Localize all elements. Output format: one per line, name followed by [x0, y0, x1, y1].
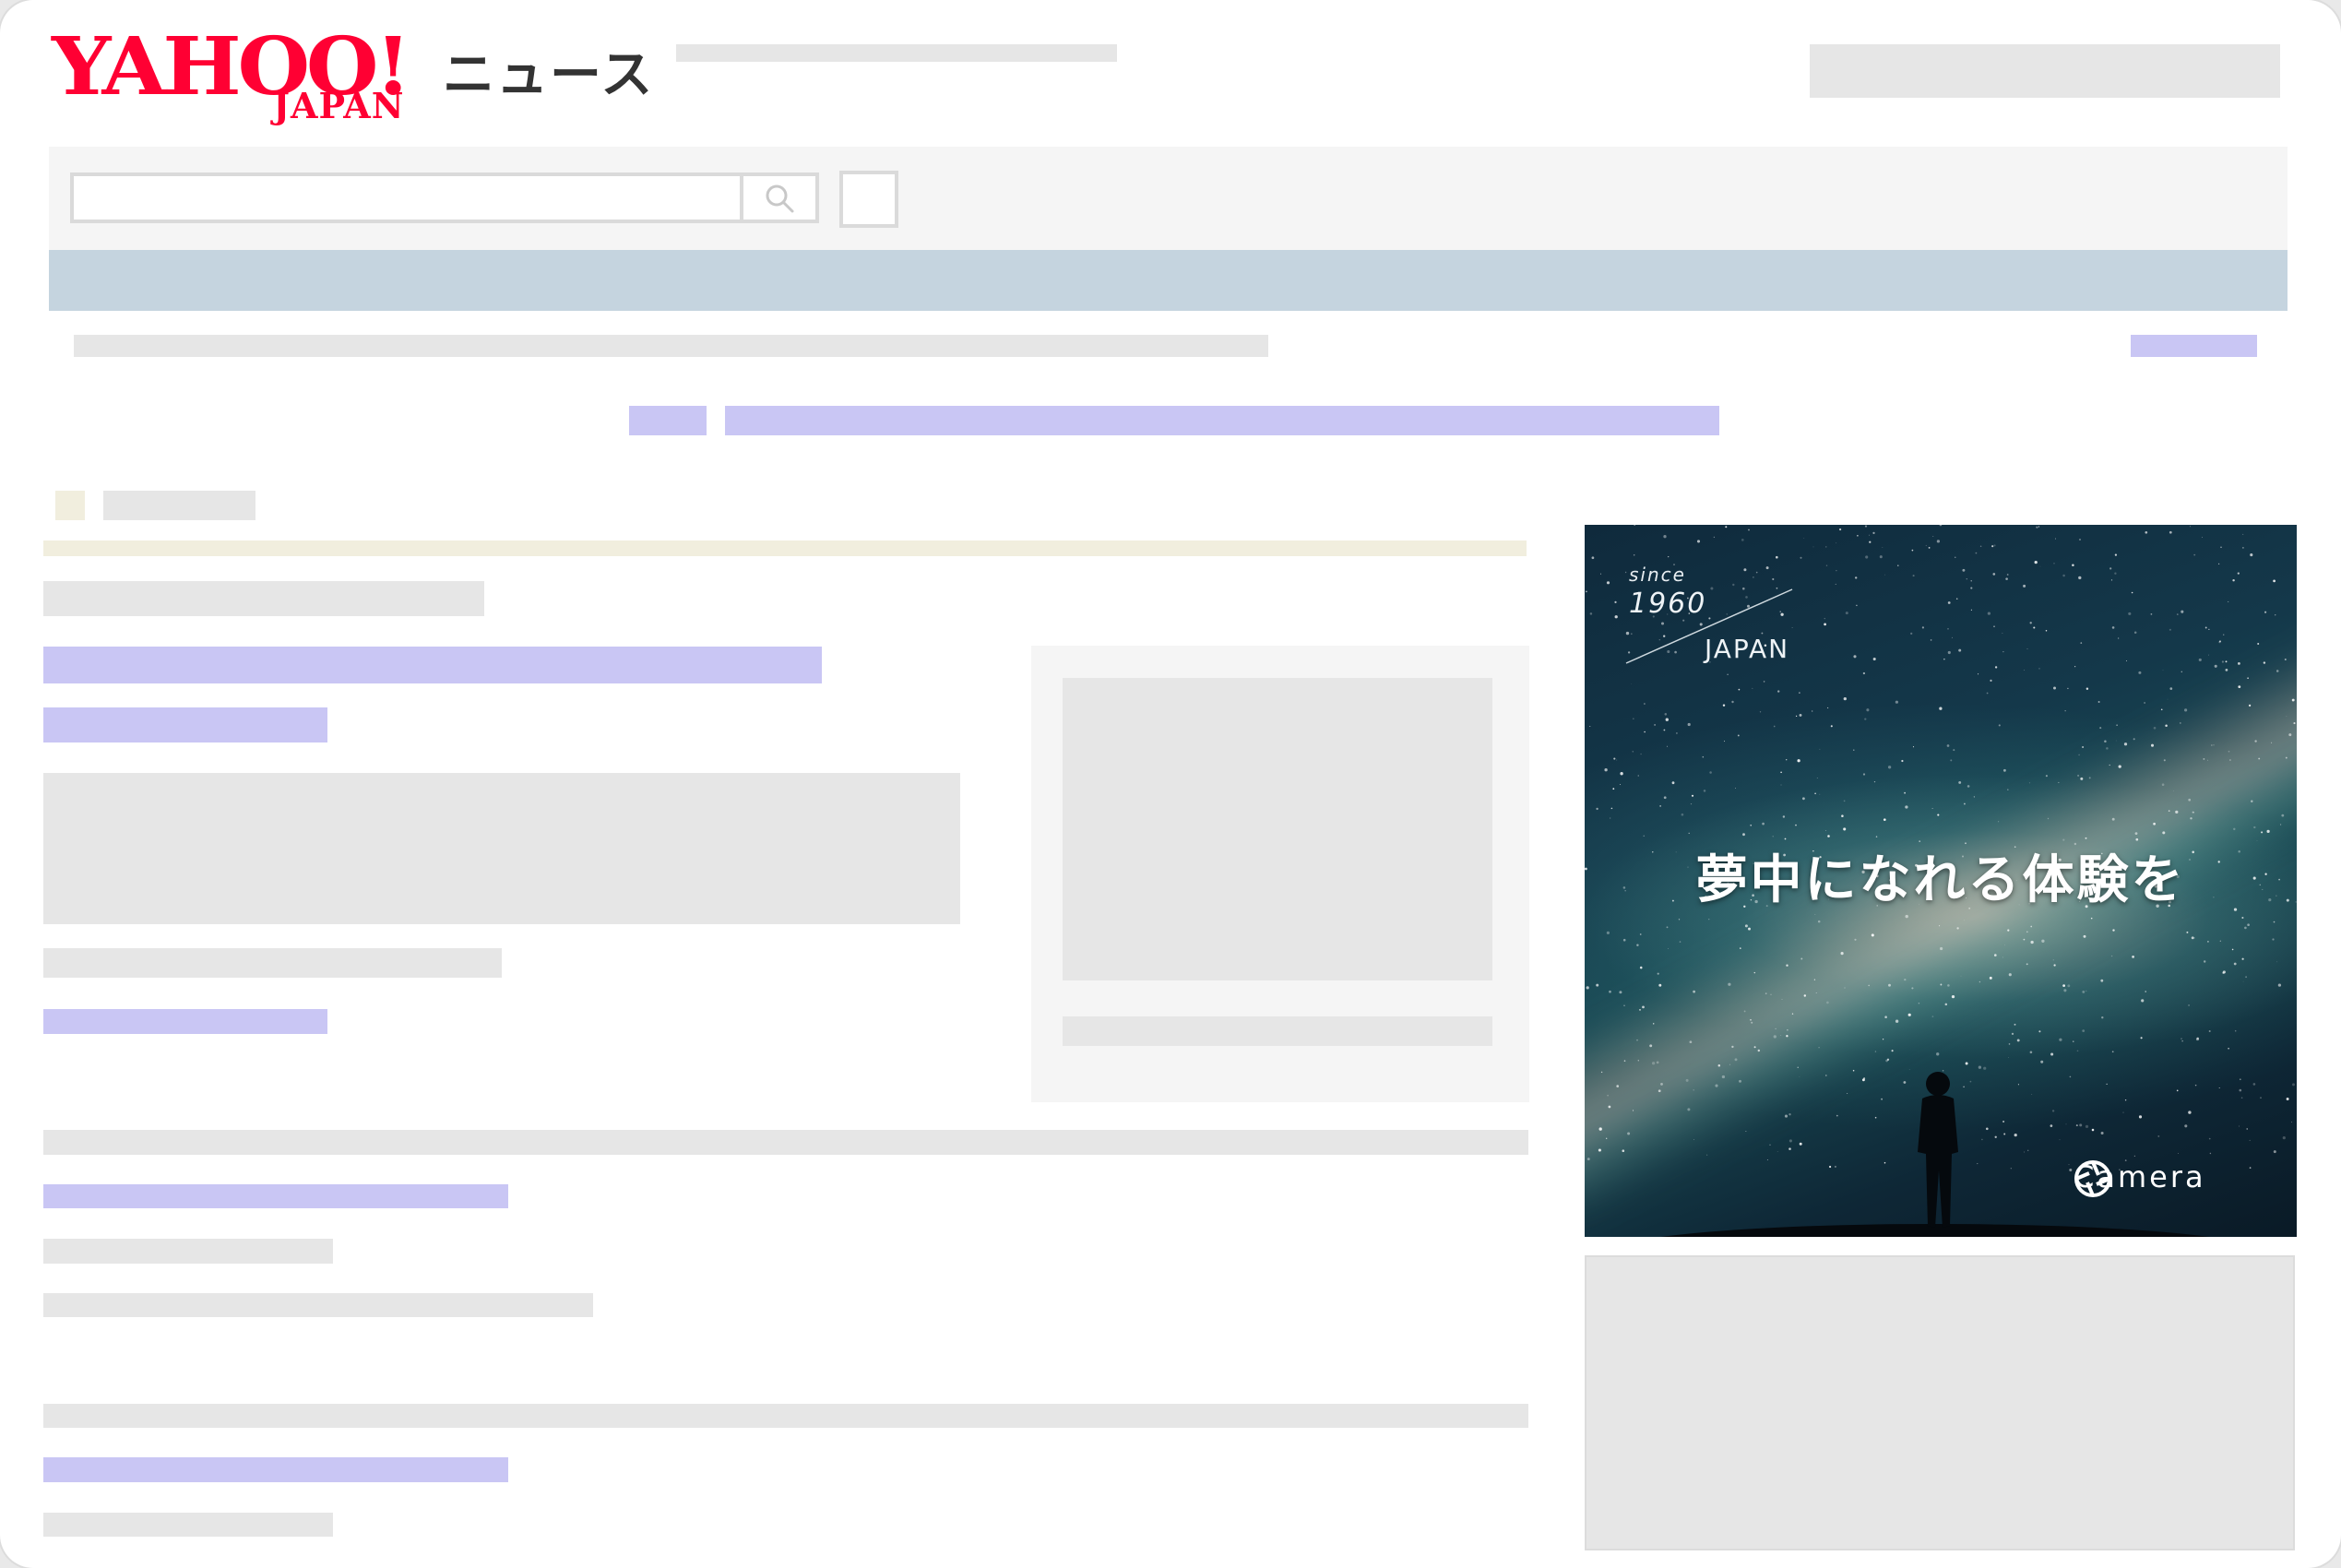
breadcrumb-placeholder: [74, 335, 1268, 357]
article-body-placeholder: [43, 773, 960, 924]
browser-frame: YAHOO! JAPAN ニュース since 1960 JAPAN 夢中になれ…: [0, 0, 2341, 1568]
header-text-placeholder: [676, 44, 1117, 62]
list-item-meta-placeholder: [43, 1513, 333, 1537]
article-subheadline-placeholder[interactable]: [43, 707, 327, 742]
thumbnail-caption-placeholder: [1063, 1016, 1492, 1046]
list-item-link-placeholder[interactable]: [43, 1184, 508, 1208]
advertisement-banner[interactable]: since 1960 JAPAN 夢中になれる体験を Camera: [1585, 525, 2297, 1237]
search-button[interactable]: [740, 172, 819, 223]
section-title-placeholder: [103, 491, 255, 520]
article-link-placeholder[interactable]: [43, 1009, 327, 1034]
person-silhouette: [1660, 1072, 2210, 1237]
article-thumbnail-placeholder[interactable]: [1063, 678, 1492, 980]
search-icon: [766, 184, 794, 212]
list-divider: [43, 1130, 1528, 1155]
section-icon-placeholder: [55, 491, 85, 520]
article-meta-placeholder: [43, 581, 484, 616]
list-divider: [43, 1404, 1528, 1428]
sidebar-ad-placeholder[interactable]: [1585, 1255, 2295, 1550]
logo-japan-text: JAPAN: [273, 85, 405, 126]
category-nav-bar[interactable]: [49, 250, 2288, 311]
breadcrumb-link-placeholder[interactable]: [2131, 335, 2257, 357]
ad-brand: Camera: [2074, 1159, 2206, 1197]
search-input[interactable]: [70, 172, 740, 223]
list-item-text-placeholder: [43, 1293, 593, 1317]
section-divider: [43, 540, 1527, 556]
list-item-link-placeholder[interactable]: [43, 1457, 508, 1482]
header-right-placeholder[interactable]: [1810, 44, 2280, 98]
service-name[interactable]: ニュース: [443, 33, 654, 108]
yahoo-japan-logo[interactable]: YAHOO! JAPAN: [52, 28, 439, 129]
list-item-meta-placeholder: [43, 1239, 333, 1264]
square-button[interactable]: [839, 171, 898, 228]
article-headline-placeholder[interactable]: [43, 647, 822, 683]
topic-link-placeholder[interactable]: [725, 406, 1719, 435]
camera-shutter-icon: [2074, 1160, 2111, 1197]
topic-tag-placeholder[interactable]: [629, 406, 707, 435]
article-source-placeholder: [43, 948, 502, 978]
